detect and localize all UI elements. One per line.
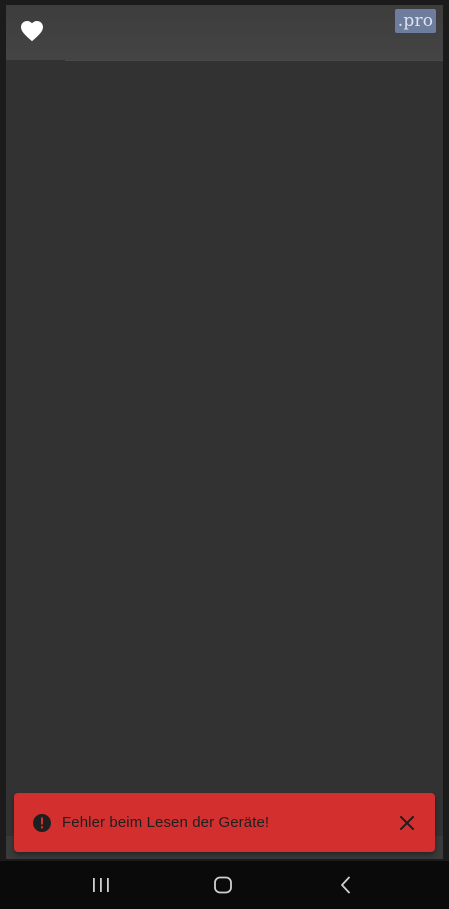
home-icon [214, 876, 232, 894]
app-header: .pro [6, 5, 443, 60]
snackbar-message: Fehler beim Lesen der Geräte! [62, 814, 270, 831]
snackbar-close-button[interactable] [395, 811, 419, 835]
pro-badge[interactable]: .pro [395, 9, 436, 33]
home-button[interactable] [203, 873, 243, 897]
error-icon [32, 813, 52, 833]
heart-icon [21, 21, 43, 42]
favorite-button[interactable] [16, 16, 48, 46]
back-icon [341, 876, 350, 894]
app-screen: .pro [6, 5, 443, 859]
error-snackbar: Fehler beim Lesen der Geräte! [14, 793, 435, 852]
back-button[interactable] [326, 873, 366, 897]
recents-icon [93, 878, 109, 892]
device-list-area [6, 61, 443, 836]
system-navigation-bar [0, 861, 449, 909]
recents-button[interactable] [81, 873, 121, 897]
close-icon [400, 815, 414, 830]
